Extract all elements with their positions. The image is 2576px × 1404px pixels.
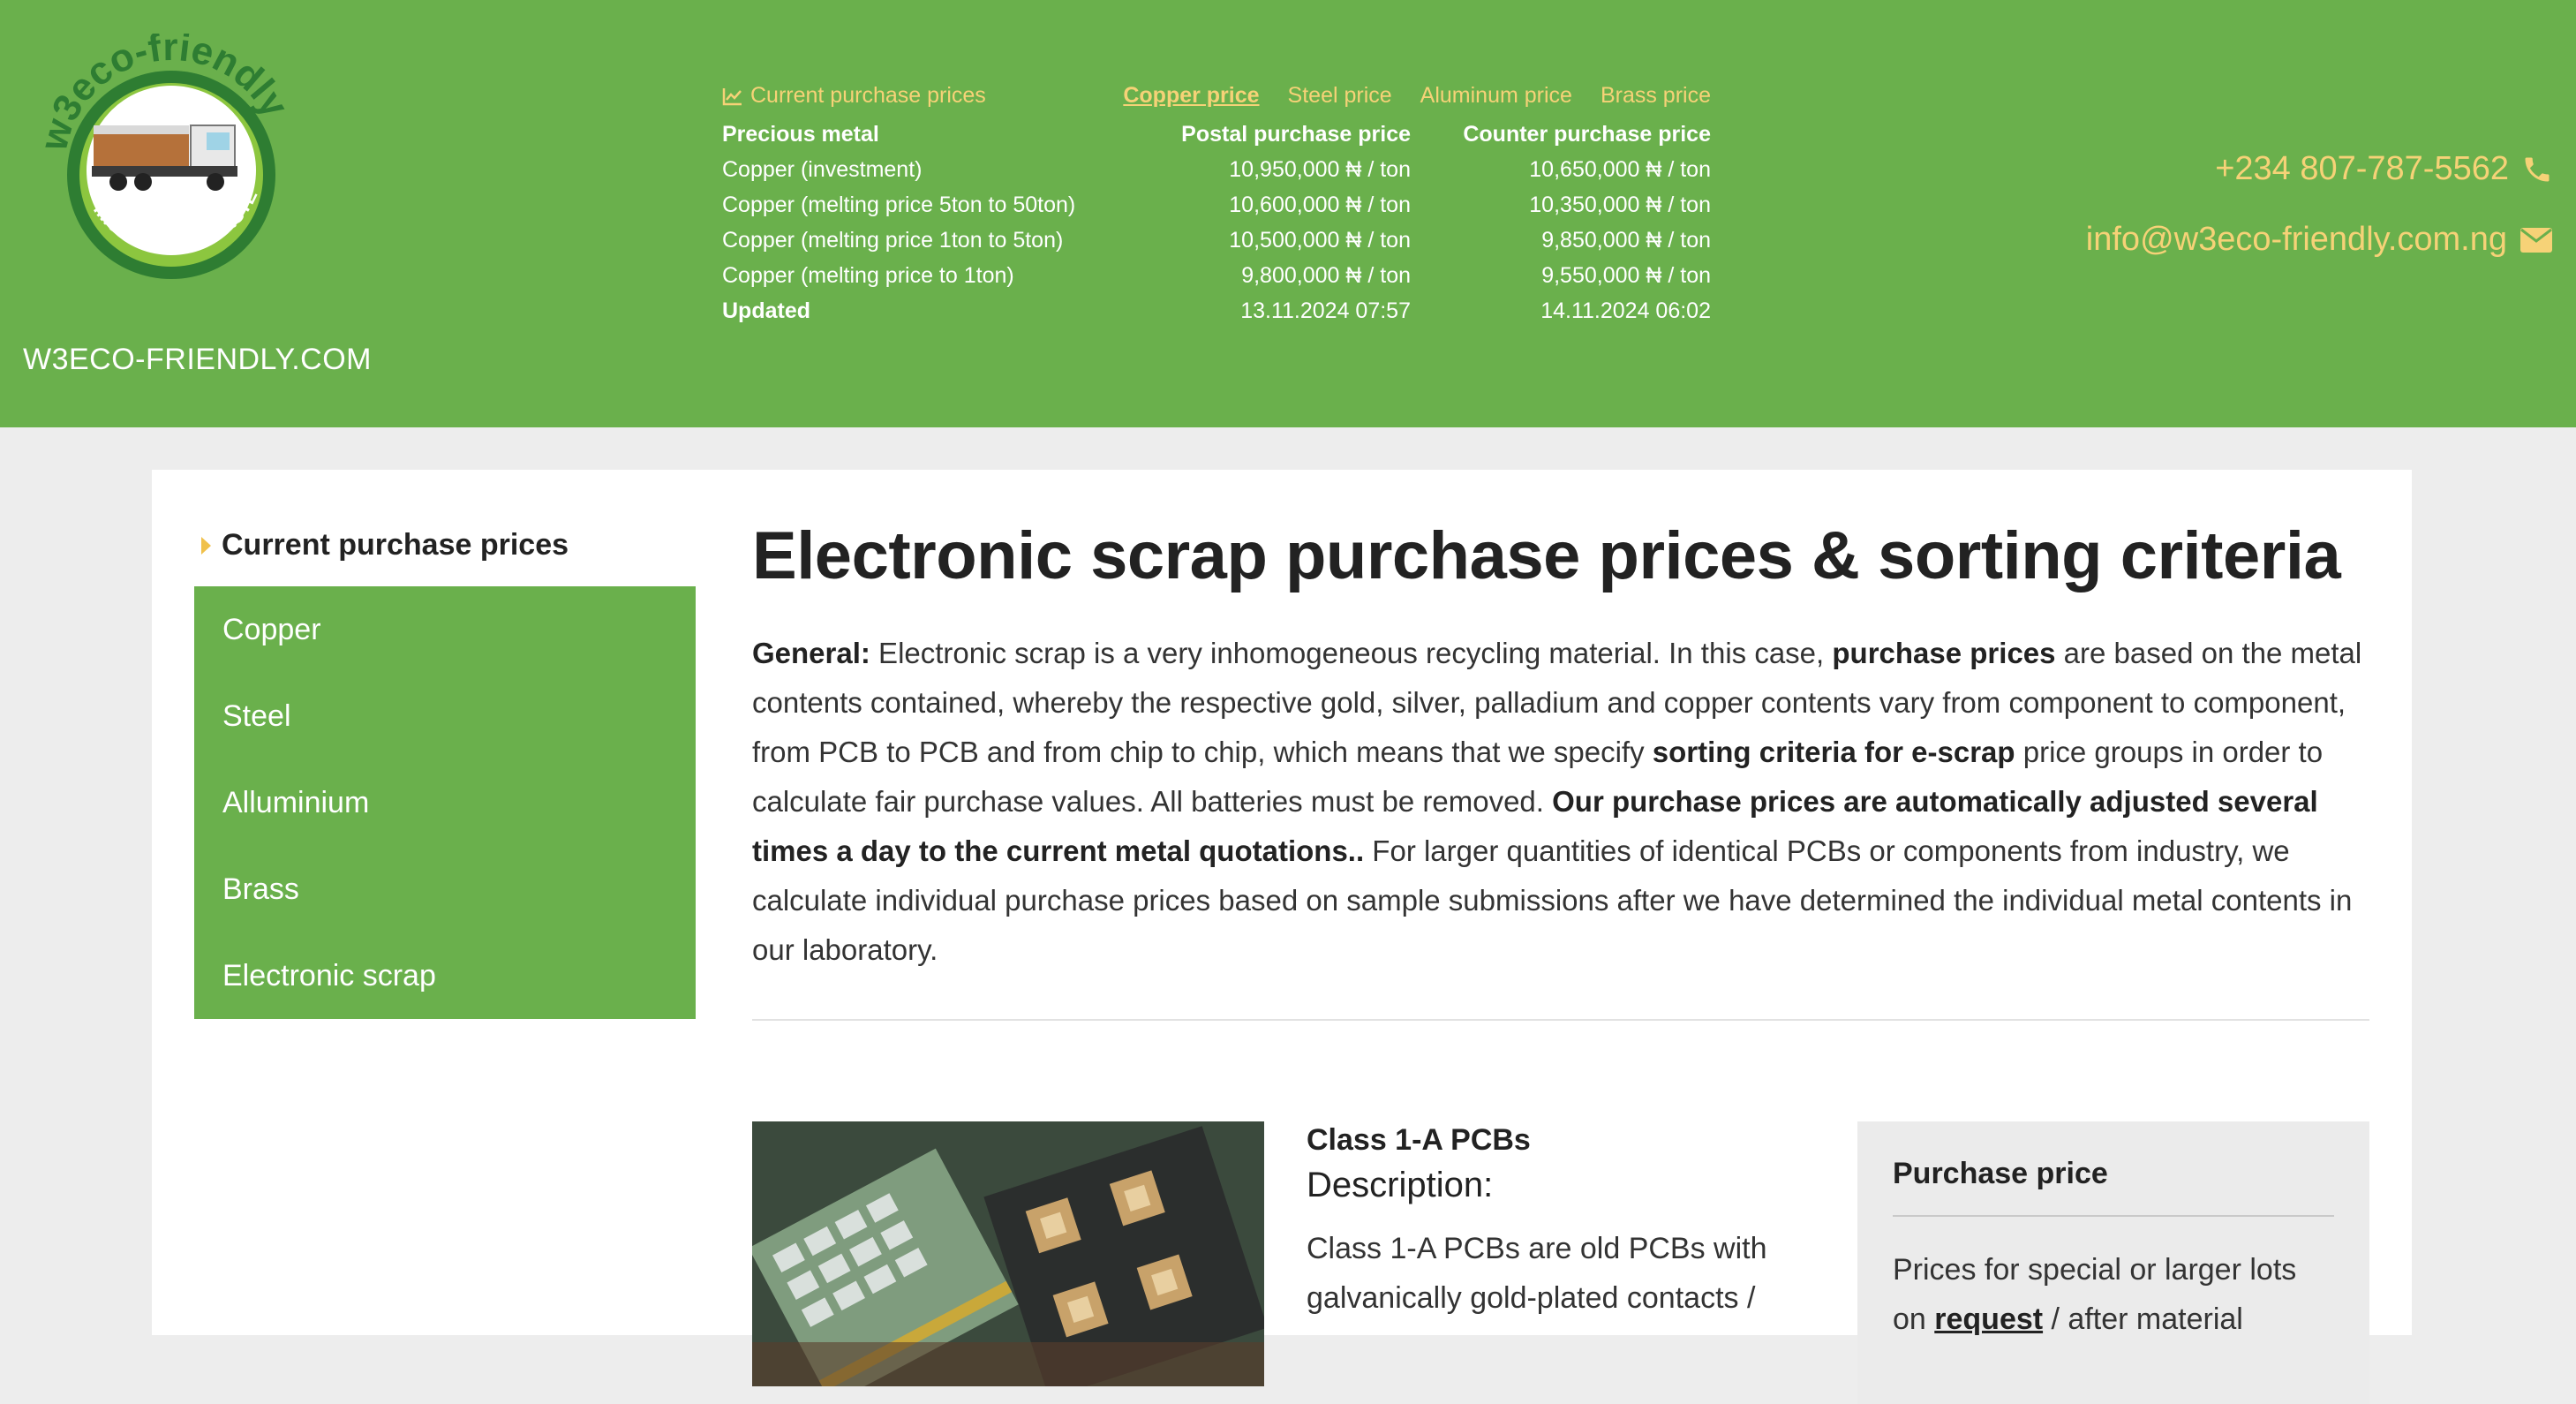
pcb-photo: [752, 1121, 1264, 1386]
purchase-price-box: Purchase price Prices for special or lar…: [1857, 1121, 2369, 1404]
phone-icon: [2525, 157, 2550, 181]
pcb-photo-graphic: [752, 1121, 1264, 1386]
sidebar-title[interactable]: Current purchase prices: [201, 528, 569, 562]
site-header: w3eco-friendly ...NOTHING IS WASTE W3ECO…: [0, 0, 2576, 427]
envelope-icon: [2520, 227, 2552, 253]
email-link[interactable]: info@w3eco-friendly.com.ng: [2086, 221, 2553, 259]
postal-cell: 10,950,000 ₦ / ton: [1229, 157, 1411, 182]
purchase-price-divider: [1893, 1215, 2334, 1217]
current-prices-label: Current purchase prices: [750, 83, 986, 108]
purchase-price-text: Prices for special or larger lots on req…: [1893, 1245, 2334, 1344]
metal-cell: Copper (melting price 1ton to 5ton): [722, 228, 1064, 253]
intro-paragraph: General: Electronic scrap is a very inho…: [752, 629, 2369, 975]
sidebar-item-copper[interactable]: Copper: [194, 586, 696, 673]
col-counter-price: Counter purchase price: [1463, 122, 1711, 147]
sidebar-title-label: Current purchase prices: [222, 528, 569, 562]
table-row: Copper (melting price 5ton to 50ton) 10,…: [722, 187, 1711, 223]
intro-bold-1: purchase prices: [1832, 637, 2056, 669]
price-tabs: Copper price Steel price Aluminum price …: [1123, 83, 1711, 109]
sidebar-item-electronic-scrap[interactable]: Electronic scrap: [194, 932, 696, 1019]
tab-copper-price[interactable]: Copper price: [1123, 83, 1259, 109]
logo-graphic: w3eco-friendly ...NOTHING IS WASTE: [32, 26, 297, 279]
updated-counter: 14.11.2024 06:02: [1540, 298, 1711, 323]
phone-link[interactable]: +234 807-787-5562: [2215, 150, 2553, 188]
current-prices-link[interactable]: Current purchase prices: [722, 83, 986, 109]
section-divider: [752, 1019, 2369, 1021]
sidebar-item-alluminium[interactable]: Alluminium: [194, 759, 696, 846]
intro-text-1: Electronic scrap is a very inhomogeneous…: [870, 637, 1833, 669]
counter-cell: 9,850,000 ₦ / ton: [1541, 228, 1711, 253]
intro-bold-2: sorting criteria for e-scrap: [1652, 736, 2015, 768]
table-row: Copper (investment) 10,950,000 ₦ / ton 1…: [722, 152, 1711, 187]
main-content: Electronic scrap purchase prices & sorti…: [752, 512, 2369, 1404]
price-table-header: Precious metal Postal purchase price Cou…: [722, 117, 1711, 152]
tab-aluminum-price[interactable]: Aluminum price: [1420, 83, 1572, 109]
price-ticker-header: Current purchase prices Copper price Ste…: [722, 83, 1711, 117]
counter-cell: 10,350,000 ₦ / ton: [1529, 192, 1711, 217]
purchase-price-title: Purchase price: [1893, 1157, 2108, 1190]
sidebar-nav: Copper Steel Alluminium Brass Electronic…: [194, 586, 696, 1019]
table-row: Copper (melting price to 1ton) 9,800,000…: [722, 258, 1711, 293]
email-address: info@w3eco-friendly.com.ng: [2085, 221, 2507, 258]
updated-row: Updated 13.11.2024 07:57 14.11.2024 06:0…: [722, 293, 1711, 328]
updated-label: Updated: [722, 298, 810, 323]
metal-cell: Copper (investment): [722, 157, 923, 182]
description-label: Description:: [1307, 1166, 1494, 1204]
content-card: Current purchase prices Copper Steel All…: [152, 470, 2412, 1404]
class-title: Class 1-A PCBs: [1307, 1123, 1531, 1157]
tab-brass-price[interactable]: Brass price: [1601, 83, 1711, 109]
updated-postal: 13.11.2024 07:57: [1240, 298, 1411, 323]
table-row: Copper (melting price 1ton to 5ton) 10,5…: [722, 223, 1711, 258]
purchase-text-after: / after material: [2043, 1302, 2243, 1336]
request-link[interactable]: request: [1934, 1302, 2043, 1336]
phone-number: +234 807-787-5562: [2215, 150, 2509, 187]
general-label: General:: [752, 637, 870, 669]
page-title: Electronic scrap purchase prices & sorti…: [752, 518, 2341, 593]
postal-cell: 10,500,000 ₦ / ton: [1229, 228, 1411, 253]
metal-cell: Copper (melting price to 1ton): [722, 263, 1014, 288]
site-name[interactable]: W3ECO-FRIENDLY.COM: [23, 343, 372, 377]
description-text: Class 1-A PCBs are old PCBs with galvani…: [1307, 1232, 1767, 1315]
col-postal-price: Postal purchase price: [1181, 122, 1411, 147]
sidebar-item-steel[interactable]: Steel: [194, 673, 696, 759]
metal-cell: Copper (melting price 5ton to 50ton): [722, 192, 1076, 217]
sidebar-item-brass[interactable]: Brass: [194, 846, 696, 932]
price-ticker: Current purchase prices Copper price Ste…: [722, 83, 1711, 328]
tab-steel-price[interactable]: Steel price: [1288, 83, 1392, 109]
counter-cell: 10,650,000 ₦ / ton: [1529, 157, 1711, 182]
site-logo[interactable]: w3eco-friendly ...NOTHING IS WASTE: [32, 26, 304, 298]
counter-cell: 9,550,000 ₦ / ton: [1541, 263, 1711, 288]
postal-cell: 10,600,000 ₦ / ton: [1229, 192, 1411, 217]
price-table: Precious metal Postal purchase price Cou…: [722, 117, 1711, 328]
caret-right-icon: [201, 536, 211, 555]
postal-cell: 9,800,000 ₦ / ton: [1241, 263, 1411, 288]
chart-line-icon: [722, 87, 742, 105]
col-precious-metal: Precious metal: [722, 122, 879, 147]
